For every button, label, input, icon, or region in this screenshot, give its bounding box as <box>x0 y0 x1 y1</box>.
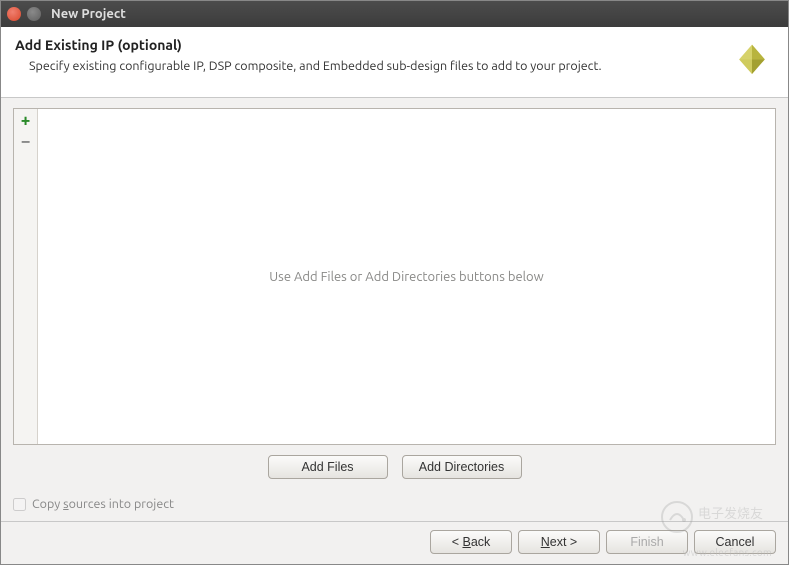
wizard-footer: < Back Next > Finish Cancel 电子发烧友 www.el… <box>1 521 788 564</box>
titlebar: New Project <box>1 1 788 27</box>
cancel-button[interactable]: Cancel <box>694 530 776 554</box>
empty-placeholder: Use Add Files or Add Directories buttons… <box>269 270 543 284</box>
copy-sources-input[interactable] <box>13 498 26 511</box>
finish-button: Finish <box>606 530 688 554</box>
vivado-logo-icon <box>730 41 774 85</box>
add-directories-button[interactable]: Add Directories <box>402 455 522 479</box>
back-button[interactable]: < Back <box>430 530 512 554</box>
page-description: Specify existing configurable IP, DSP co… <box>29 57 718 75</box>
add-buttons-row: Add Files Add Directories <box>13 445 776 487</box>
header-text-block: Add Existing IP (optional) Specify exist… <box>15 37 718 75</box>
file-list-container: + − Use Add Files or Add Directories but… <box>13 108 776 445</box>
copy-sources-label: Copy sources into project <box>32 497 174 511</box>
file-list[interactable]: Use Add Files or Add Directories buttons… <box>38 109 775 444</box>
options-area: Copy sources into project <box>1 493 788 521</box>
close-icon[interactable] <box>7 7 21 21</box>
remove-icon[interactable]: − <box>21 133 31 150</box>
window-title: New Project <box>51 7 126 21</box>
add-files-button[interactable]: Add Files <box>268 455 388 479</box>
add-icon[interactable]: + <box>21 112 31 129</box>
wizard-header: Add Existing IP (optional) Specify exist… <box>1 27 788 98</box>
next-button[interactable]: Next > <box>518 530 600 554</box>
content-area: + − Use Add Files or Add Directories but… <box>1 98 788 493</box>
copy-sources-checkbox[interactable]: Copy sources into project <box>13 497 776 511</box>
side-toolbar: + − <box>14 109 38 444</box>
page-title: Add Existing IP (optional) <box>15 37 718 53</box>
dialog-window: New Project Add Existing IP (optional) S… <box>0 0 789 565</box>
minimize-icon[interactable] <box>27 7 41 21</box>
